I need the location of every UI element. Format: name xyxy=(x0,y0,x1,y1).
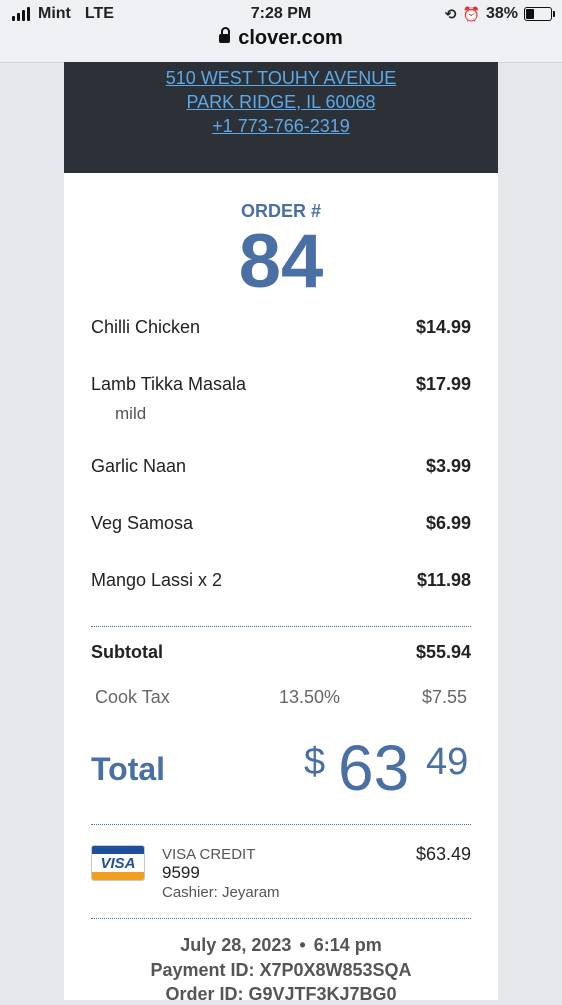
cashier: Cashier: Jeyaram xyxy=(162,884,280,901)
battery-percent: 38% xyxy=(485,5,518,22)
payment-amount: $63.49 xyxy=(415,844,471,864)
status-icons: ⟲ ⏰ 38% xyxy=(444,5,555,23)
url-text: clover.com xyxy=(238,27,343,49)
total-label: Total xyxy=(91,751,166,787)
item-price: $3.99 xyxy=(425,456,471,476)
address-link-line1[interactable]: 510 WEST TOUHY AVENUE xyxy=(64,66,498,90)
alarm-icon: ⏰ xyxy=(462,5,480,22)
total-cents: 49 xyxy=(426,741,469,783)
subtotal-value: $55.94 xyxy=(415,642,471,662)
order-number: 84 xyxy=(238,219,324,304)
item-price: $6.99 xyxy=(425,513,471,533)
total-whole: 63 xyxy=(338,732,410,804)
visa-card-icon: VISA xyxy=(91,845,145,881)
divider xyxy=(91,824,471,825)
battery-icon xyxy=(524,7,555,21)
order-id: Order ID: G9VJTF3KJ7BG0 xyxy=(165,984,397,1004)
order-datetime: July 28, 2023 • 6:14 pm xyxy=(64,935,498,956)
payment-type: VISA CREDIT xyxy=(162,846,256,863)
tax-amount: $7.55 xyxy=(421,687,467,707)
merchant-header: 510 WEST TOUHY AVENUE PARK RIDGE, IL 600… xyxy=(64,62,498,173)
item-name: Chilli Chicken xyxy=(91,317,201,337)
phone-link[interactable]: +1 773-766-2319 xyxy=(64,114,498,138)
address-bar[interactable]: clover.com xyxy=(0,27,562,50)
card-brand: VISA xyxy=(100,855,136,872)
payment-id: Payment ID: X7P0X8W853SQA xyxy=(150,960,412,980)
orientation-lock-icon: ⟲ xyxy=(444,5,457,22)
item-price: $17.99 xyxy=(415,374,471,394)
lock-icon xyxy=(219,27,231,43)
order-date: July 28, 2023 xyxy=(180,935,292,955)
item-name: Veg Samosa xyxy=(91,513,194,533)
order-time: 6:14 pm xyxy=(313,935,382,955)
item-name: Garlic Naan xyxy=(91,456,187,476)
total-currency: $ xyxy=(304,741,326,783)
tax-label: Cook Tax xyxy=(95,687,170,707)
card-last4: 9599 xyxy=(162,863,200,882)
status-bar: Mint LTE 7:28 PM ⟲ ⏰ 38% clover.com xyxy=(0,0,562,63)
item-price: $14.99 xyxy=(415,317,471,337)
item-modifier: mild xyxy=(115,404,147,423)
subtotal-label: Subtotal xyxy=(91,642,163,662)
divider xyxy=(91,918,471,919)
tax-rate: 13.50% xyxy=(279,687,341,707)
item-name: Mango Lassi x 2 xyxy=(91,570,223,590)
receipt: ORDER # 84 Chilli Chicken $14.99 Lamb Ti… xyxy=(64,173,498,1004)
item-name: Lamb Tikka Masala xyxy=(91,374,247,394)
separator-dot: • xyxy=(299,935,306,955)
item-price: $11.98 xyxy=(416,570,471,590)
divider xyxy=(91,626,471,627)
address-link-line2[interactable]: PARK RIDGE, IL 60068 xyxy=(64,90,498,114)
